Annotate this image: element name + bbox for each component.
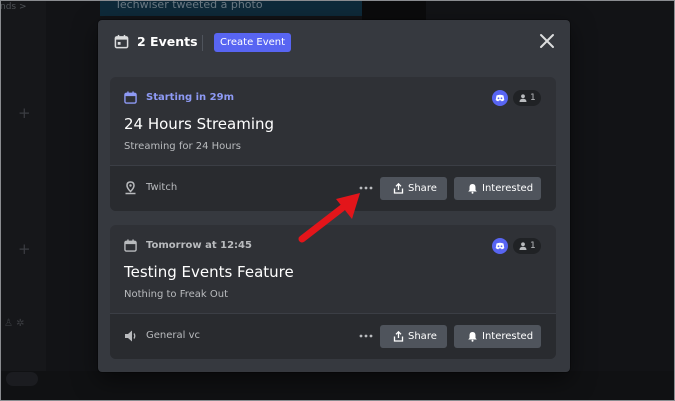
event-location: Twitch xyxy=(146,182,178,193)
modal-title: 2 Events xyxy=(137,34,198,49)
interested-button-label: Interested xyxy=(482,331,534,342)
bell-icon xyxy=(468,184,477,194)
annotation-arrow-icon xyxy=(298,193,360,243)
discord-icon xyxy=(495,242,505,250)
background-bottom-bar xyxy=(0,371,675,401)
share-button[interactable]: Share xyxy=(380,325,447,348)
background-plus-icon: + xyxy=(18,104,31,122)
close-icon[interactable] xyxy=(538,32,556,50)
share-button-label: Share xyxy=(408,331,437,342)
bell-icon xyxy=(468,332,477,342)
background-plus-icon: + xyxy=(18,240,31,258)
interested-button-label: Interested xyxy=(482,183,534,194)
interested-button[interactable]: Interested xyxy=(454,177,541,200)
more-options-icon[interactable] xyxy=(358,328,374,344)
background-user-settings-icon: ♙ ✲ xyxy=(4,318,25,329)
share-button[interactable]: Share xyxy=(380,177,447,200)
event-location: General vc xyxy=(146,330,201,341)
interested-count-badge[interactable]: 1 xyxy=(513,238,541,254)
background-pill xyxy=(6,372,38,386)
share-icon xyxy=(393,331,404,342)
share-button-label: Share xyxy=(408,183,437,194)
user-icon xyxy=(519,242,527,250)
header-divider xyxy=(202,35,203,51)
event-description: Streaming for 24 Hours xyxy=(124,141,241,152)
background-sidebar xyxy=(0,0,46,401)
modal-header: 2 Events Create Event xyxy=(98,20,570,66)
interested-button[interactable]: Interested xyxy=(454,325,541,348)
share-icon xyxy=(393,183,404,194)
background-notification-text: Techwiser tweeted a photo xyxy=(115,0,263,11)
discord-icon xyxy=(495,94,505,102)
event-time-label: Tomorrow at 12:45 xyxy=(146,240,252,251)
server-icon xyxy=(492,238,508,254)
event-card-body: Starting in 29m 24 Hours Streaming Strea… xyxy=(110,77,556,165)
interested-count: 1 xyxy=(530,241,536,251)
background-notification: Techwiser tweeted a photo xyxy=(100,0,362,16)
speaker-icon xyxy=(125,330,136,342)
background-breadcrumb: nds > xyxy=(0,2,27,12)
create-event-button[interactable]: Create Event xyxy=(214,33,292,52)
event-card-footer: General vc Share Interested xyxy=(110,314,556,359)
event-description: Nothing to Freak Out xyxy=(124,289,229,300)
interested-count-badge[interactable]: 1 xyxy=(513,90,541,106)
calendar-icon xyxy=(124,91,137,104)
event-card[interactable]: Tomorrow at 12:45 Testing Events Feature… xyxy=(110,225,556,359)
event-title[interactable]: Testing Events Feature xyxy=(124,262,294,282)
event-time-label: Starting in 29m xyxy=(146,92,234,103)
user-icon xyxy=(519,94,527,102)
background-image xyxy=(362,0,426,20)
server-icon xyxy=(492,90,508,106)
location-pin-icon xyxy=(125,181,136,195)
event-title[interactable]: 24 Hours Streaming xyxy=(124,114,274,134)
calendar-icon xyxy=(124,239,137,252)
calendar-icon xyxy=(114,34,129,49)
interested-count: 1 xyxy=(530,93,536,103)
